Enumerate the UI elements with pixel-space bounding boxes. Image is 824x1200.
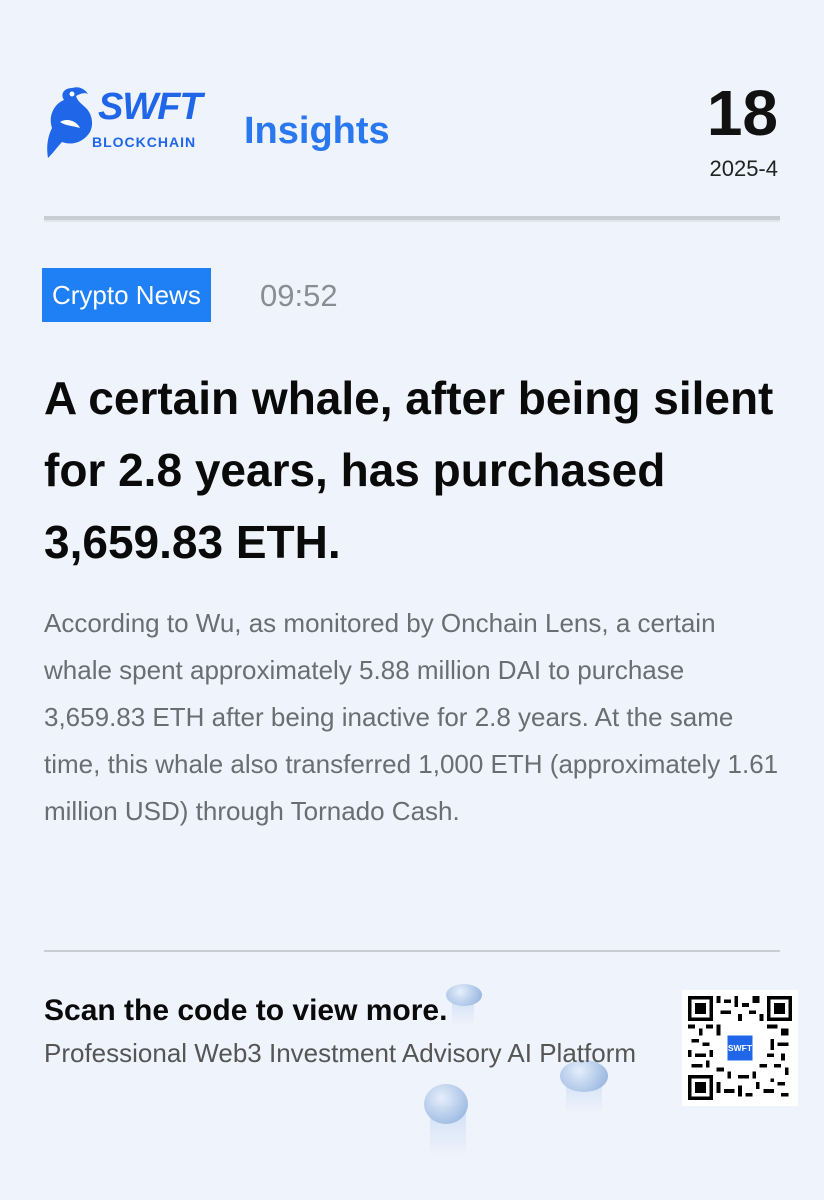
swft-logo: SWFT BLOCKCHAIN xyxy=(42,82,232,164)
category-tag[interactable]: Crypto News xyxy=(42,268,211,322)
platform-subtitle: Professional Web3 Investment Advisory AI… xyxy=(44,1038,637,1068)
header-divider xyxy=(44,216,780,222)
section-title: Insights xyxy=(244,110,390,152)
swft-bird-logo-icon xyxy=(47,87,93,158)
insight-card: SWFT BLOCKCHAIN Insights 18 2025-4 Crypt… xyxy=(0,0,824,1200)
publish-time: 09:52 xyxy=(260,278,338,313)
article-body: According to Wu, as monitored by Onchain… xyxy=(44,608,779,826)
logo-wordmark: SWFT xyxy=(98,86,203,128)
date-year-month: 2025-4 xyxy=(709,156,778,181)
coin-icon xyxy=(424,1084,468,1124)
footer-divider xyxy=(44,950,780,952)
article-headline: A certain whale, after being silent for … xyxy=(44,372,774,568)
scan-title: Scan the code to view more. xyxy=(44,994,448,1027)
qr-code[interactable]: SWFT xyxy=(682,990,798,1106)
logo-subtitle: BLOCKCHAIN xyxy=(92,134,197,150)
svg-text:SWFT: SWFT xyxy=(728,1043,753,1053)
coin-icon xyxy=(446,984,482,1006)
date-day: 18 xyxy=(706,77,778,149)
